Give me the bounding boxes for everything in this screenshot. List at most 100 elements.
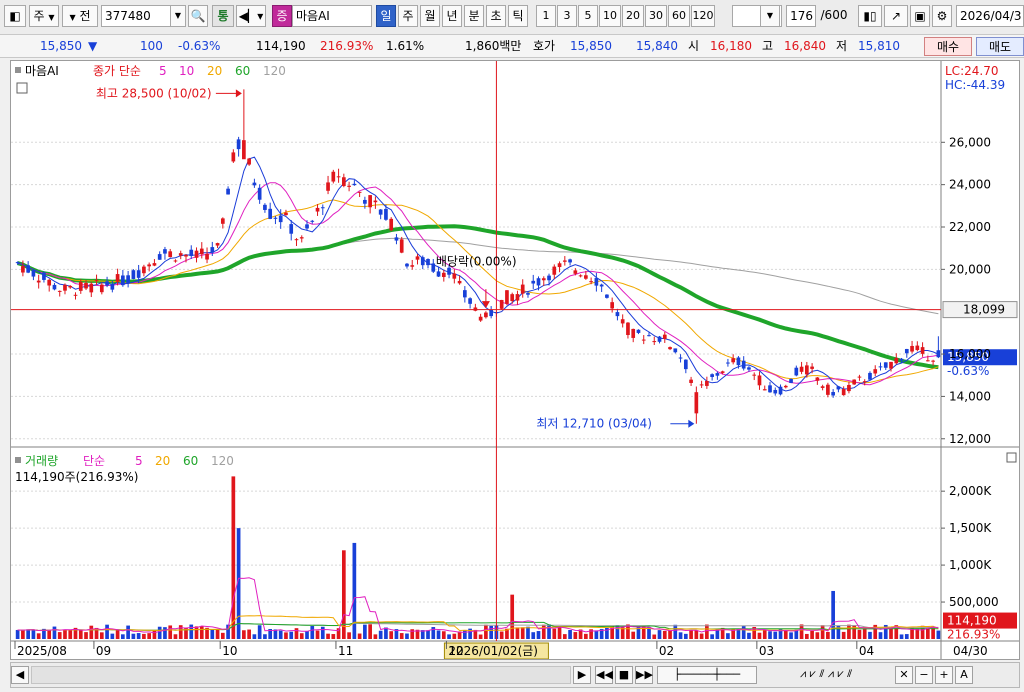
period-button-5[interactable]: 초 [486, 5, 506, 27]
volume-bar-157 [841, 631, 846, 639]
speaker-icon[interactable]: ◀▏▾ [236, 5, 266, 27]
period-button-0[interactable]: 일 [376, 5, 396, 27]
candle-body-7 [52, 284, 57, 290]
period-button-1[interactable]: 주 [398, 5, 418, 27]
stop-icon[interactable]: ■ [615, 666, 633, 684]
tong-button[interactable]: 통 [212, 5, 234, 27]
candle-body-16 [99, 284, 104, 293]
line-tool-icon[interactable]: ↗ [884, 5, 908, 27]
sell-button[interactable]: 매도 [976, 37, 1024, 56]
volume-bar-100 [541, 624, 546, 639]
minute-button-5[interactable]: 5 [578, 5, 598, 27]
price-tick-label-5: 14,000 [949, 389, 991, 403]
buy-button[interactable]: 매수 [924, 37, 972, 56]
date-input[interactable]: 2026/04/3 [956, 5, 1024, 27]
candle-body-43 [242, 140, 246, 160]
minute-button-30[interactable]: 30 [645, 5, 667, 27]
candle-body-129 [694, 392, 699, 414]
chevron-down-icon[interactable]: ▼ [760, 5, 780, 27]
candle-body-104 [562, 260, 567, 262]
minute-button-60[interactable]: 60 [668, 5, 690, 27]
volume-tick-label-1: 1,500K [949, 521, 992, 535]
candle-body-23 [136, 270, 141, 278]
window-icon[interactable]: ◧ [4, 5, 26, 27]
volume-bar-9 [63, 630, 67, 639]
period-select[interactable]: ▼ 전 [62, 5, 98, 27]
minute-button-10[interactable]: 10 [599, 5, 621, 27]
horizontal-scrollbar[interactable] [31, 666, 571, 684]
minus-icon[interactable]: − [915, 666, 933, 684]
count-input[interactable]: 176 [786, 5, 816, 27]
minute-button-1[interactable]: 1 [536, 5, 556, 27]
chart-svg[interactable]: 18,09915,850-0.63%114,190216.93%LC:24.70… [11, 61, 1019, 660]
candle-body-63 [347, 185, 351, 187]
volume-bar-128 [689, 630, 693, 639]
drawing-tools-icon[interactable]: ⩘ ⩗ ⫽ ⩘ ⩗ ⫽ [761, 666, 891, 684]
candle-body-55 [305, 224, 309, 229]
x-label-2: 10 [222, 644, 237, 658]
cross-icon[interactable]: ✕ [895, 666, 913, 684]
volume-bar-58 [320, 626, 325, 639]
candle-body-58 [320, 207, 325, 209]
volume-bar-131 [705, 624, 709, 639]
search-icon[interactable]: 🔍 [188, 5, 208, 27]
volume-bar-65 [357, 633, 362, 639]
minute-button-20[interactable]: 20 [622, 5, 644, 27]
volume-bar-152 [815, 632, 820, 639]
candle-body-56 [310, 220, 315, 222]
candle-body-31 [178, 253, 183, 256]
zoom-slider[interactable]: ├─────┼─── [657, 666, 757, 684]
jeung-badge[interactable]: 증 [272, 5, 292, 27]
candle-body-0 [15, 262, 20, 264]
volume-bar-70 [384, 627, 388, 639]
candle-body-38 [215, 243, 220, 246]
candle-body-119 [641, 339, 646, 341]
bottom-bar: ◀ ▶ ◀◀ ■ ▶▶ ├─────┼─── ⩘ ⩗ ⫽ ⩘ ⩗ ⫽ ✕ − +… [10, 662, 1020, 688]
candle-body-151 [810, 366, 814, 369]
minute-button-3[interactable]: 3 [557, 5, 577, 27]
candle-body-72 [394, 237, 399, 241]
candle-body-73 [399, 239, 404, 253]
save-icon[interactable]: ▣ [910, 5, 930, 27]
candle-body-156 [836, 386, 841, 390]
chart-area[interactable]: 18,099 15,850 -0.63% 114,190 216.93% LC:24.70… [10, 60, 1020, 660]
volume-bar-16 [99, 632, 104, 639]
period-button-2[interactable]: 월 [420, 5, 440, 27]
volume-bar-59 [326, 633, 330, 639]
volume-bar-67 [368, 624, 372, 639]
minute-button-120[interactable]: 120 [691, 5, 715, 27]
period-button-3[interactable]: 년 [442, 5, 462, 27]
period-button-4[interactable]: 분 [464, 5, 484, 27]
volume-bar-122 [657, 630, 662, 639]
volume-panel-close-icon [1006, 452, 1017, 463]
chevron-down-icon: ▼ [69, 13, 76, 22]
scroll-left-button[interactable]: ◀ [11, 666, 29, 684]
code-dropdown-icon[interactable]: ▼ [170, 5, 186, 27]
volume-bar-101 [547, 624, 551, 639]
candle-body-105 [568, 259, 572, 263]
candle-body-51 [284, 212, 288, 216]
fast-forward-icon[interactable]: ▶▶ [635, 666, 653, 684]
code-input[interactable]: 377480 [101, 5, 171, 27]
gear-icon[interactable]: ⚙ [932, 5, 952, 27]
bar-chart-icon[interactable]: ▮▯ [858, 5, 882, 27]
stock-type-select[interactable]: 주 ▼ [29, 5, 59, 27]
candle-body-13 [84, 282, 88, 289]
volume-bar-10 [68, 629, 73, 639]
volume-bar-141 [757, 632, 762, 639]
rewind-icon[interactable]: ◀◀ [595, 666, 613, 684]
candle-body-33 [189, 249, 194, 256]
candle-body-128 [689, 379, 693, 383]
volume-info-label: 114,190주(216.93%) [15, 470, 138, 484]
auto-scale-button[interactable]: A [955, 666, 973, 684]
candle-body-109 [589, 281, 593, 283]
volume-bar-153 [820, 625, 825, 639]
candle-body-29 [168, 251, 173, 258]
volume-bar-52 [289, 631, 294, 639]
candle-body-76 [415, 256, 420, 260]
candle-body-69 [378, 209, 383, 215]
scroll-right-button[interactable]: ▶ [573, 666, 591, 684]
candle-body-68 [373, 200, 378, 203]
period-button-6[interactable]: 틱 [508, 5, 528, 27]
plus-icon[interactable]: + [935, 666, 953, 684]
